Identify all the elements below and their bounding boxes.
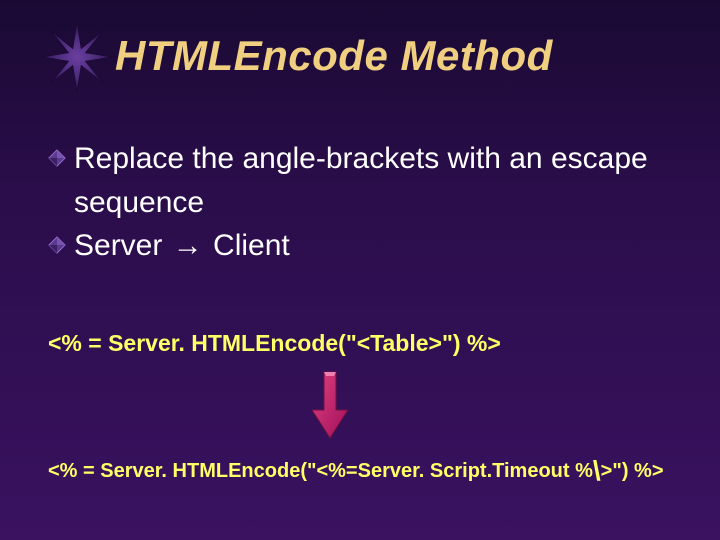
code-line-2b: >") %>: [601, 460, 664, 482]
bullet-2-lead: Server: [74, 229, 171, 262]
code-line-2-backslash: \: [593, 455, 601, 487]
body-content: Replace the angle-brackets with an escap…: [48, 140, 680, 271]
down-arrow-icon: [310, 370, 350, 440]
slide: HTMLEncode Method Replace the angle-brac…: [0, 0, 720, 540]
bullet-2-text: Server → Client: [74, 227, 290, 265]
slide-title: HTMLEncode Method: [115, 32, 553, 80]
bullet-1-rest: the angle-brackets with an escape: [184, 142, 648, 175]
code-line-2a: <% = Server. HTMLEncode("<%=Server. Scri…: [48, 460, 593, 482]
bullet-1: Replace the angle-brackets with an escap…: [48, 140, 680, 178]
starburst-icon: [42, 22, 112, 92]
diamond-bullet-icon: [48, 236, 66, 254]
code-line-1: <% = Server. HTMLEncode("<Table>") %>: [48, 330, 501, 357]
code-line-2: <% = Server. HTMLEncode("<%=Server. Scri…: [48, 455, 664, 487]
right-arrow-icon: →: [171, 227, 205, 265]
bullet-1-continuation: sequence: [74, 184, 680, 222]
bullet-1-text: Replace the angle-brackets with an escap…: [74, 140, 648, 178]
bullet-1-lead: Replace: [74, 142, 184, 175]
bullet-2-rest: Client: [205, 229, 290, 262]
bullet-2: Server → Client: [48, 227, 680, 265]
diamond-bullet-icon: [48, 149, 66, 167]
